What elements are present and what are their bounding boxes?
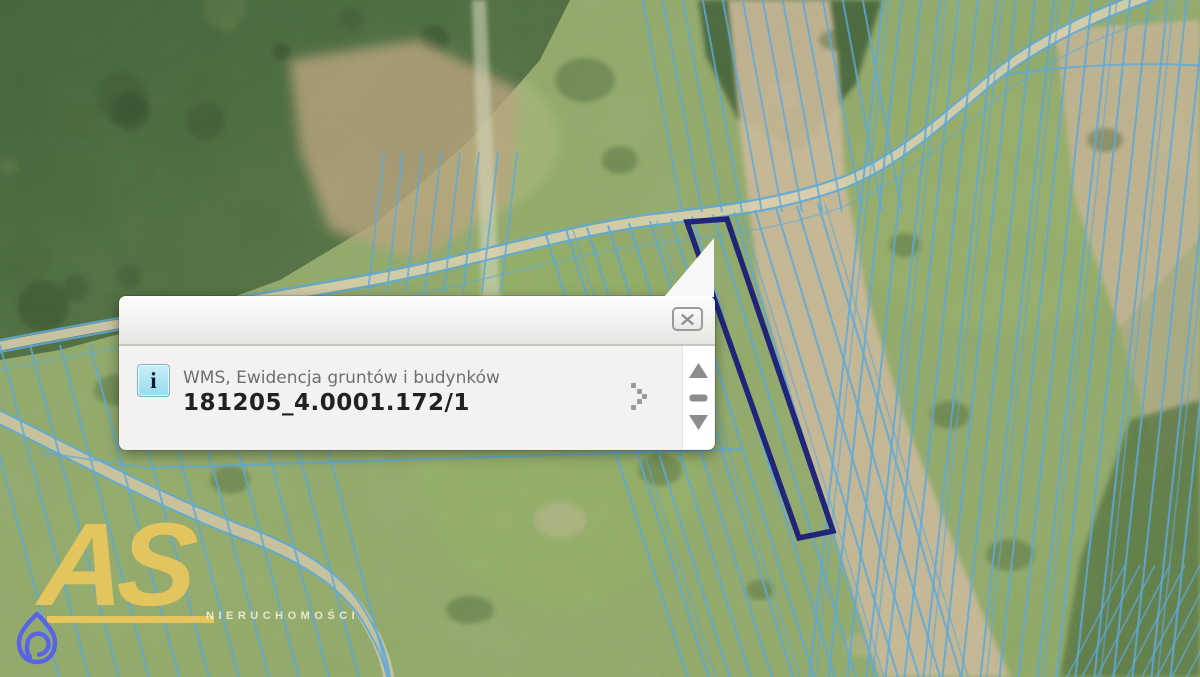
parcel-id: 181205_4.0001.172/1 <box>183 390 470 416</box>
map-application-window: AS NIERUCHOMOŚCI i WMS, Ewidencja gruntó… <box>0 0 1200 677</box>
brand-logo-text: AS <box>36 506 194 624</box>
popup-header[interactable] <box>119 296 715 346</box>
brand-underline <box>47 616 214 623</box>
popup-pointer <box>664 237 716 297</box>
minus-icon <box>688 393 709 403</box>
brand-subtitle: NIERUCHOMOŚCI <box>206 610 359 622</box>
scroll-thumb[interactable] <box>688 391 709 401</box>
close-icon <box>680 313 695 326</box>
popup-scrollbar[interactable] <box>682 346 714 449</box>
chevron-right-icon <box>627 380 655 412</box>
feature-info-popup: i WMS, Ewidencja gruntów i budynków 1812… <box>119 296 715 450</box>
house-logo-icon <box>12 610 62 668</box>
close-button[interactable] <box>672 307 703 331</box>
scroll-down-button[interactable] <box>688 413 709 431</box>
info-icon: i <box>137 364 170 397</box>
layer-title: WMS, Ewidencja gruntów i budynków <box>183 368 500 388</box>
arrow-up-icon <box>688 362 709 380</box>
arrow-down-icon <box>688 413 709 431</box>
scroll-up-button[interactable] <box>688 362 709 380</box>
popup-body: i WMS, Ewidencja gruntów i budynków 1812… <box>119 346 715 450</box>
next-feature-button[interactable] <box>627 380 655 412</box>
